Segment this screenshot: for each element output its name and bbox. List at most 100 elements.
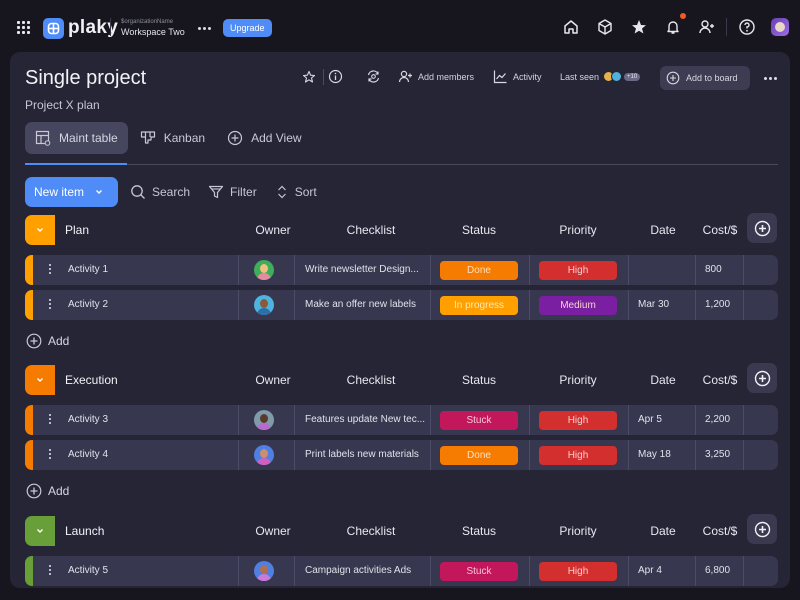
bell-icon[interactable] — [664, 18, 682, 36]
table-row[interactable]: Activity 3 Features update New tec... St… — [25, 405, 778, 435]
priority-badge[interactable]: High — [539, 411, 617, 430]
priority-badge[interactable]: High — [539, 261, 617, 280]
column-header-status[interactable]: Status — [439, 223, 519, 237]
cost-cell[interactable]: 1,200 — [705, 299, 730, 310]
row-menu-icon[interactable] — [49, 449, 51, 459]
group-collapse-toggle[interactable] — [25, 516, 55, 546]
date-cell[interactable]: May 18 — [638, 449, 671, 460]
item-name[interactable]: Activity 4 — [68, 449, 108, 460]
column-header-date[interactable]: Date — [645, 223, 681, 237]
more-options-icon[interactable] — [764, 77, 777, 80]
owner-avatar[interactable] — [254, 445, 274, 465]
tab-maint-table[interactable]: Maint table — [25, 122, 128, 154]
tab-kanban[interactable]: Kanban — [130, 122, 215, 154]
checklist-cell[interactable]: Features update New tec... — [305, 414, 430, 425]
column-header-owner[interactable]: Owner — [247, 223, 299, 237]
column-header-checklist[interactable]: Checklist — [315, 223, 427, 237]
column-header-date[interactable]: Date — [645, 373, 681, 387]
checklist-cell[interactable]: Print labels new materials — [305, 449, 430, 460]
favorite-star-icon[interactable] — [302, 70, 316, 84]
search-button[interactable]: Search — [130, 184, 190, 200]
owner-avatar[interactable] — [254, 295, 274, 315]
filter-button[interactable]: Filter — [208, 184, 257, 200]
status-badge[interactable]: Done — [440, 261, 518, 280]
table-row[interactable]: Activity 5 Campaign activities Ads Stuck… — [25, 556, 778, 586]
column-header-cost[interactable]: Cost/$ — [697, 373, 743, 387]
item-name[interactable]: Activity 2 — [68, 299, 108, 310]
date-cell[interactable]: Mar 30 — [638, 299, 669, 310]
star-icon[interactable] — [630, 18, 648, 36]
column-header-status[interactable]: Status — [439, 373, 519, 387]
status-badge[interactable]: Done — [440, 446, 518, 465]
add-column-button[interactable] — [747, 363, 777, 393]
activity-button[interactable]: Activity — [493, 69, 542, 84]
sort-button[interactable]: Sort — [275, 184, 317, 200]
group-collapse-toggle[interactable] — [25, 365, 55, 395]
add-item-button[interactable]: Add — [26, 333, 69, 349]
add-user-icon[interactable] — [698, 18, 716, 36]
row-menu-icon[interactable] — [49, 299, 51, 309]
item-name[interactable]: Activity 3 — [68, 414, 108, 425]
table-row[interactable]: Activity 2 Make an offer new labels In p… — [25, 290, 778, 320]
checklist-cell[interactable]: Make an offer new labels — [305, 299, 430, 310]
status-badge[interactable]: In progress — [440, 296, 518, 315]
plus-circle-icon — [227, 130, 243, 146]
upgrade-button[interactable]: Upgrade — [223, 19, 272, 37]
tab-add-view[interactable]: Add View — [217, 122, 311, 154]
cost-cell[interactable]: 3,250 — [705, 449, 730, 460]
table-row[interactable]: Activity 4 Print labels new materials Do… — [25, 440, 778, 470]
workspace-switcher[interactable]: $organizationName Workspace Two — [121, 18, 185, 38]
checklist-cell[interactable]: Write newsletter Design... — [305, 264, 430, 275]
cost-cell[interactable]: 800 — [705, 264, 722, 275]
row-menu-icon[interactable] — [49, 264, 51, 274]
column-header-priority[interactable]: Priority — [538, 524, 618, 538]
column-header-owner[interactable]: Owner — [247, 524, 299, 538]
column-header-owner[interactable]: Owner — [247, 373, 299, 387]
cell-divider — [743, 556, 744, 586]
item-name[interactable]: Activity 1 — [68, 264, 108, 275]
column-header-date[interactable]: Date — [645, 524, 681, 538]
cost-cell[interactable]: 2,200 — [705, 414, 730, 425]
last-seen[interactable]: Last seen +10 — [560, 71, 641, 82]
column-header-cost[interactable]: Cost/$ — [697, 524, 743, 538]
cell-divider — [238, 290, 239, 320]
column-header-cost[interactable]: Cost/$ — [697, 223, 743, 237]
more-icon[interactable] — [198, 27, 211, 30]
group-collapse-toggle[interactable] — [25, 215, 55, 245]
add-members-button[interactable]: Add members — [398, 69, 474, 84]
date-cell[interactable]: Apr 5 — [638, 414, 662, 425]
cost-cell[interactable]: 6,800 — [705, 565, 730, 576]
table-row[interactable]: Activity 1 Write newsletter Design... Do… — [25, 255, 778, 285]
new-item-button[interactable]: New item — [25, 177, 118, 207]
logo[interactable]: plaky — [43, 17, 118, 39]
checklist-cell[interactable]: Campaign activities Ads — [305, 565, 430, 576]
sync-icon[interactable] — [366, 69, 381, 84]
user-avatar[interactable] — [771, 18, 789, 36]
column-header-status[interactable]: Status — [439, 524, 519, 538]
status-badge[interactable]: Stuck — [440, 562, 518, 581]
date-cell[interactable]: Apr 4 — [638, 565, 662, 576]
add-column-button[interactable] — [747, 213, 777, 243]
help-icon[interactable] — [738, 18, 756, 36]
add-column-button[interactable] — [747, 514, 777, 544]
owner-avatar[interactable] — [254, 260, 274, 280]
item-name[interactable]: Activity 5 — [68, 565, 108, 576]
row-menu-icon[interactable] — [49, 414, 51, 424]
status-badge[interactable]: Stuck — [440, 411, 518, 430]
home-icon[interactable] — [562, 18, 580, 36]
apps-grid-icon[interactable] — [17, 21, 30, 34]
priority-badge[interactable]: High — [539, 562, 617, 581]
column-header-checklist[interactable]: Checklist — [315, 373, 427, 387]
owner-avatar[interactable] — [254, 561, 274, 581]
priority-badge[interactable]: Medium — [539, 296, 617, 315]
column-header-priority[interactable]: Priority — [538, 223, 618, 237]
column-header-checklist[interactable]: Checklist — [315, 524, 427, 538]
add-to-board-button[interactable]: Add to board — [660, 66, 750, 90]
info-icon[interactable] — [328, 69, 343, 84]
priority-badge[interactable]: High — [539, 446, 617, 465]
row-menu-icon[interactable] — [49, 565, 51, 575]
add-item-button[interactable]: Add — [26, 483, 69, 499]
cube-icon[interactable] — [596, 18, 614, 36]
owner-avatar[interactable] — [254, 410, 274, 430]
column-header-priority[interactable]: Priority — [538, 373, 618, 387]
